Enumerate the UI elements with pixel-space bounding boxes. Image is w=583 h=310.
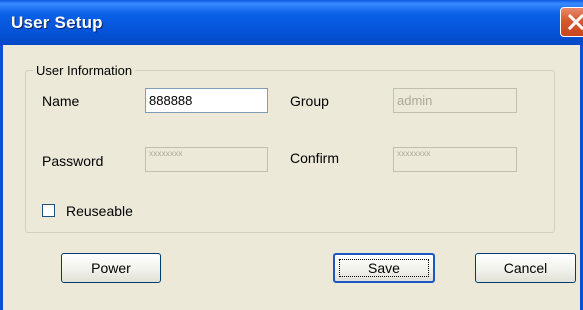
cancel-button-label: Cancel [503,260,548,276]
reuseable-checkbox[interactable] [42,204,55,217]
name-input[interactable]: 888888 [145,88,268,113]
power-button-label: Power [91,260,131,276]
group-input[interactable]: admin [393,88,517,113]
group-input-value: admin [397,93,433,108]
confirm-mask: xxxxxxxx [397,149,431,158]
power-button[interactable]: Power [61,253,161,283]
password-input[interactable]: xxxxxxxx [145,147,268,172]
save-focus-ring [339,259,429,277]
confirm-label: Confirm [290,150,340,166]
name-input-value: 888888 [149,93,193,108]
cancel-button[interactable]: Cancel [475,253,576,283]
name-label: Name [42,93,80,109]
close-icon [567,13,583,31]
title-bar[interactable]: User Setup [0,0,583,45]
save-button[interactable]: Save [333,253,435,283]
reuseable-label[interactable]: Reuseable [66,203,133,219]
close-button[interactable] [560,7,583,37]
password-mask: xxxxxxxx [149,149,183,158]
user-setup-dialog: User Setup User Information Name 888888 … [0,0,583,310]
window-title: User Setup [11,13,103,32]
confirm-input[interactable]: xxxxxxxx [393,147,517,172]
password-label: Password [42,153,104,169]
group-label: Group [290,93,329,109]
group-legend: User Information [36,63,133,78]
window-frame-left [0,45,3,310]
